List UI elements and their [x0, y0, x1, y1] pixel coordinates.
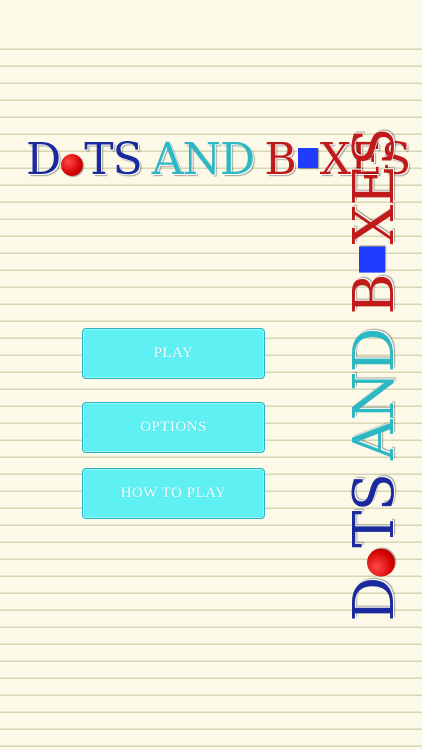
title-letter-d: D [26, 134, 61, 185]
title-word-and: AND [342, 328, 407, 460]
title-letter-b: B [342, 274, 407, 315]
title-word-and: AND [151, 134, 256, 185]
title-letters-xes: XES [342, 128, 407, 245]
how-to-play-button[interactable]: HOW TO PLAY [82, 468, 265, 519]
play-button[interactable]: PLAY [82, 328, 265, 379]
title-letters-ts: TS [84, 134, 142, 185]
blue-box-icon [359, 246, 385, 273]
game-title-vertical: D TS AND B XES [342, 128, 407, 622]
red-dot-icon [367, 548, 395, 577]
title-letter-d: D [342, 577, 407, 622]
title-letters-ts: TS [342, 473, 407, 548]
options-button[interactable]: OPTIONS [82, 402, 265, 453]
play-button-label: PLAY [153, 345, 194, 361]
blue-box-icon [297, 148, 318, 168]
red-dot-icon [61, 154, 84, 176]
paper-top-margin [0, 0, 422, 33]
options-button-label: OPTIONS [140, 419, 207, 435]
title-letter-b: B [264, 134, 296, 185]
how-to-play-button-label: HOW TO PLAY [120, 485, 227, 501]
